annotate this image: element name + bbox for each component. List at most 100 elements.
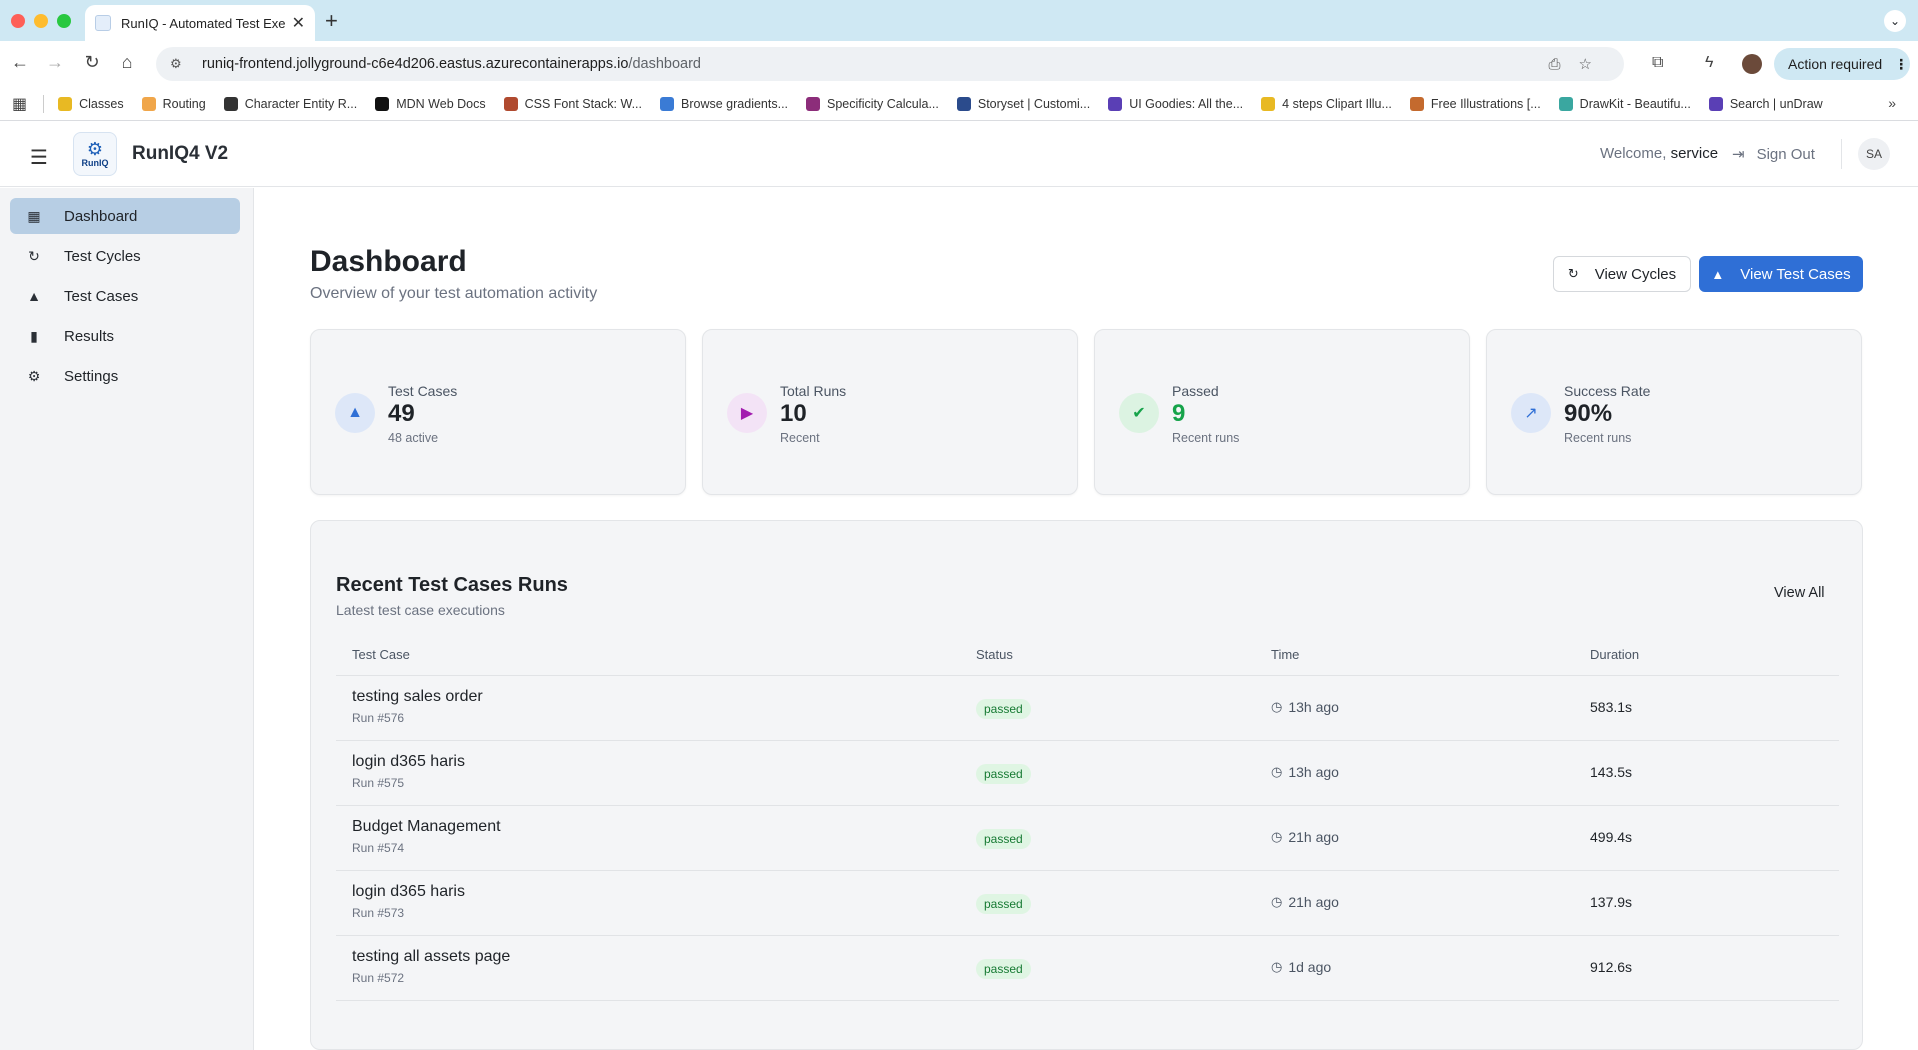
trending-up-icon: ↗: [1511, 393, 1551, 433]
bookmark-item[interactable]: Browse gradients...: [660, 96, 788, 111]
table-row[interactable]: login d365 haris Run #573 passed ◷ 21h ag…: [336, 871, 1839, 936]
clock-icon: ◷: [1271, 699, 1283, 714]
browser-tab[interactable]: RunIQ - Automated Test Exec ✕: [85, 5, 315, 41]
forward-arrow-icon[interactable]: →: [43, 52, 67, 73]
sidebar-item-label: Test Cycles: [64, 247, 141, 265]
install-bookmark-icons[interactable]: ⎙☆: [1549, 55, 1610, 73]
sidebar-item-test-cases[interactable]: ▲ Test Cases: [10, 278, 240, 314]
bookmark-item[interactable]: UI Goodies: All the...: [1108, 96, 1243, 111]
view-cycles-button[interactable]: ↻ View Cycles: [1553, 256, 1691, 292]
status-badge: passed: [976, 829, 1031, 849]
logo-text: RunIQ: [81, 158, 109, 168]
bookmark-item[interactable]: Search | unDraw: [1708, 96, 1823, 111]
home-icon[interactable]: ⌂: [115, 52, 139, 73]
bookmark-item[interactable]: MDN Web Docs: [375, 96, 486, 111]
flask-icon: ▲: [335, 393, 375, 433]
bookmark-item[interactable]: Specificity Calcula...: [806, 96, 939, 111]
test-case-name[interactable]: login d365 haris: [352, 883, 465, 901]
site-info-icon[interactable]: ⚙: [170, 56, 186, 72]
extension-bolt-icon[interactable]: ϟ: [1705, 54, 1713, 72]
run-duration: 499.4s: [1590, 829, 1633, 845]
sidebar-item-test-cycles[interactable]: ↻ Test Cycles: [10, 238, 240, 274]
extensions-icon[interactable]: ⧉: [1652, 54, 1663, 72]
profile-avatar-icon[interactable]: [1742, 54, 1762, 74]
bookmark-favicon-icon: [660, 96, 675, 111]
refresh-icon: ↻: [28, 247, 40, 264]
back-arrow-icon[interactable]: ←: [8, 52, 32, 73]
bookmark-item[interactable]: Free Illustrations [...: [1409, 96, 1541, 111]
bookmark-item[interactable]: CSS Font Stack: W...: [503, 96, 642, 111]
more-bookmarks-chevron-icon[interactable]: »: [1888, 95, 1896, 111]
view-all-button[interactable]: View All: [1774, 585, 1825, 601]
test-case-name[interactable]: login d365 haris: [352, 753, 465, 771]
test-case-name[interactable]: Budget Management: [352, 818, 501, 836]
table-row[interactable]: testing sales order Run #576 passed ◷ 13h…: [336, 676, 1839, 741]
browser-tab-bar: RunIQ - Automated Test Exec ✕ + ⌄: [0, 0, 1918, 41]
flask-icon: ▲: [27, 288, 41, 304]
minimize-window-button[interactable]: [34, 14, 48, 28]
bookmark-favicon-icon: [58, 96, 73, 111]
bookmark-item[interactable]: Classes: [58, 96, 124, 111]
kebab-menu-icon[interactable]: ⋮: [1894, 56, 1908, 73]
user-avatar[interactable]: SA: [1858, 138, 1890, 170]
bookmark-item[interactable]: Storyset | Customi...: [956, 96, 1090, 111]
close-window-button[interactable]: [11, 14, 25, 28]
main-content: Dashboard Overview of your test automati…: [255, 188, 1918, 1050]
tab-search-chevron-icon[interactable]: ⌄: [1884, 10, 1906, 32]
column-header-test-case: Test Case: [352, 647, 410, 662]
stat-value: 90%: [1564, 400, 1613, 427]
runs-title: Recent Test Cases Runs: [336, 574, 568, 596]
table-row[interactable]: login d365 haris Run #575 passed ◷ 13h ag…: [336, 741, 1839, 806]
tab-favicon-icon: [95, 15, 111, 31]
bookmark-item[interactable]: 4 steps Clipart Illu...: [1261, 96, 1392, 111]
stat-card-success-rate: ↗ Success Rate 90% Recent runs: [1486, 329, 1862, 495]
stat-sub: 48 active: [388, 431, 439, 445]
bookmark-item[interactable]: Routing: [141, 96, 206, 111]
bar-chart-icon: ▮: [30, 327, 38, 344]
bookmark-favicon-icon: [223, 96, 238, 111]
sidebar-item-dashboard[interactable]: ▦ Dashboard: [10, 198, 240, 234]
browser-toolbar: ← → ↻ ⌂ ⚙ runiq-frontend.jollyground-c6e…: [0, 41, 1918, 87]
bookmark-favicon-icon: [806, 96, 821, 111]
bookmark-item[interactable]: Character Entity R...: [223, 96, 357, 111]
sidebar-item-label: Results: [64, 327, 115, 345]
play-icon: ▶: [727, 393, 767, 433]
view-test-cases-button[interactable]: ▲ View Test Cases: [1699, 256, 1863, 292]
run-number: Run #575: [352, 776, 405, 790]
apps-grid-icon[interactable]: ▦: [12, 94, 27, 114]
maximize-window-button[interactable]: [57, 14, 71, 28]
status-badge: passed: [976, 764, 1031, 784]
sidebar-item-settings[interactable]: ⚙ Settings: [10, 358, 240, 394]
clock-icon: ◷: [1271, 894, 1283, 909]
table-row[interactable]: testing all assets page Run #572 passed …: [336, 936, 1839, 1001]
test-case-name[interactable]: testing sales order: [352, 688, 483, 706]
clock-icon: ◷: [1271, 764, 1283, 779]
stat-label: Test Cases: [388, 383, 458, 399]
stat-card-test-cases: ▲ Test Cases 49 48 active: [310, 329, 686, 495]
hamburger-menu-icon[interactable]: ☰: [30, 145, 48, 170]
new-tab-plus-icon[interactable]: +: [325, 8, 338, 34]
check-circle-icon: ✔: [1119, 393, 1159, 433]
test-case-name[interactable]: testing all assets page: [352, 948, 510, 966]
run-time: ◷ 21h ago: [1271, 829, 1339, 845]
bookmark-favicon-icon: [1558, 96, 1573, 111]
address-bar[interactable]: ⚙ runiq-frontend.jollyground-c6e4d206.ea…: [156, 47, 1624, 81]
column-header-duration: Duration: [1590, 647, 1640, 662]
sidebar-item-label: Settings: [64, 367, 119, 385]
stat-value: 9: [1172, 400, 1186, 427]
logout-icon: ⇥: [1732, 146, 1745, 163]
run-number: Run #576: [352, 711, 405, 725]
bookmark-item[interactable]: DrawKit - Beautifu...: [1558, 96, 1691, 111]
gear-icon: ⚙: [27, 367, 41, 384]
run-duration: 912.6s: [1590, 959, 1633, 975]
stat-value: 49: [388, 400, 415, 427]
table-row[interactable]: Budget Management Run #574 passed ◷ 21h a…: [336, 806, 1839, 871]
sign-out-button[interactable]: ⇥ Sign Out: [1732, 145, 1815, 164]
dashboard-icon: ▦: [27, 207, 41, 224]
reload-icon[interactable]: ↻: [80, 52, 104, 73]
action-required-button[interactable]: Action required ⋮: [1774, 48, 1910, 80]
app-logo[interactable]: ⚙ RunIQ: [73, 132, 117, 176]
stat-card-passed: ✔ Passed 9 Recent runs: [1094, 329, 1470, 495]
tab-close-icon[interactable]: ✕: [292, 13, 305, 33]
sidebar-item-results[interactable]: ▮ Results: [10, 318, 240, 354]
